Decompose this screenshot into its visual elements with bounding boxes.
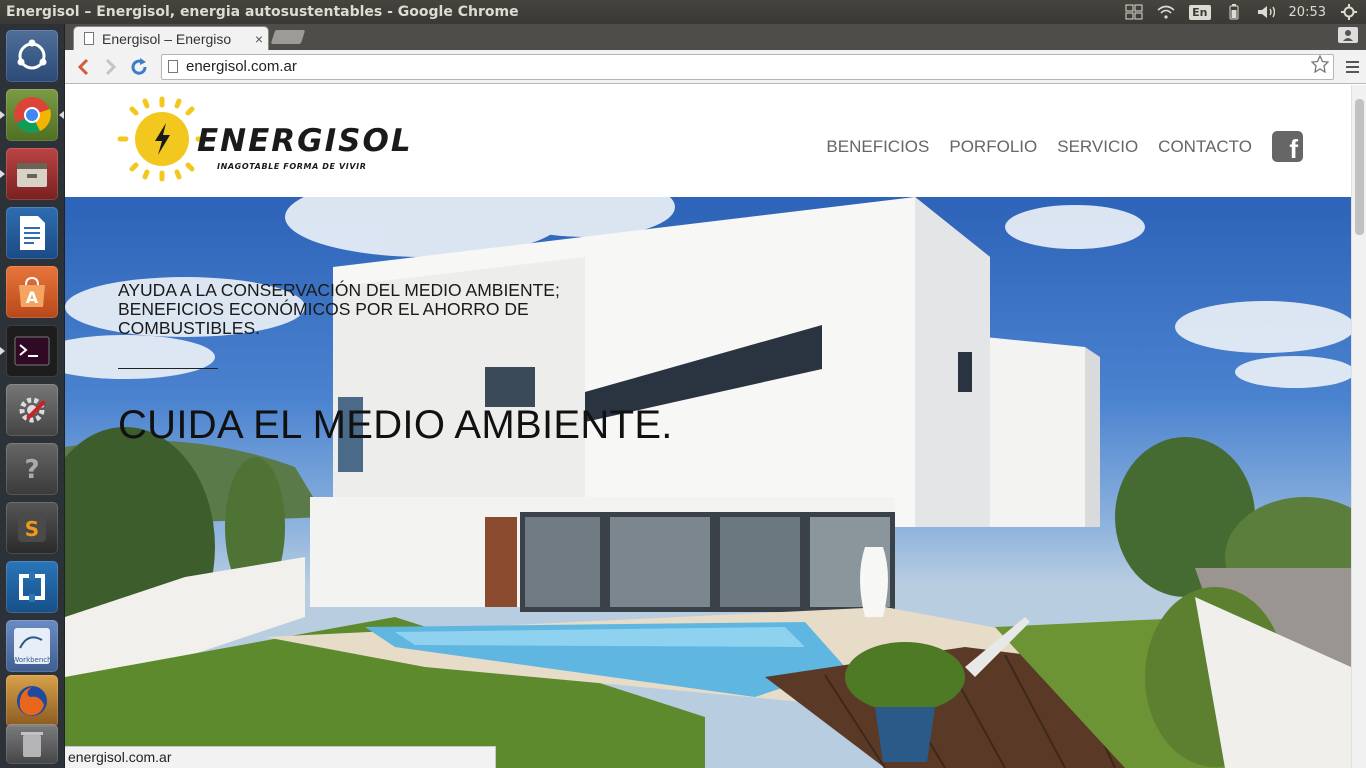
tab-close-icon[interactable]: ×	[250, 31, 268, 47]
nav-beneficios[interactable]: BENEFICIOS	[826, 137, 929, 157]
hero-subtitle: AYUDA A LA CONSERVACIÓN DEL MEDIO AMBIEN…	[118, 280, 560, 338]
site-logo[interactable]: ENERGISOL INAGOTABLE FORMA DE VIVIR	[117, 95, 411, 187]
launcher: A ? S Workbench	[0, 24, 65, 768]
status-bubble: energisol.com.ar	[65, 746, 496, 768]
nav-porfolio[interactable]: PORFOLIO	[949, 137, 1037, 157]
workspace-switcher-icon[interactable]	[1125, 4, 1143, 20]
logo-wordmark: ENERGISOL	[197, 123, 413, 159]
browser-toolbar: energisol.com.ar	[65, 50, 1366, 84]
mysql-workbench-icon[interactable]: Workbench	[6, 620, 58, 672]
nav-contacto[interactable]: CONTACTO	[1158, 137, 1252, 157]
clock[interactable]: 20:53	[1289, 5, 1326, 20]
address-bar[interactable]: energisol.com.ar	[161, 53, 1334, 80]
hero-text: AYUDA A LA CONSERVACIÓN DEL MEDIO AMBIEN…	[118, 281, 673, 448]
app-icon[interactable]	[6, 561, 58, 613]
logo-tagline: INAGOTABLE FORMA DE VIVIR	[217, 162, 367, 171]
dash-home-icon[interactable]	[6, 30, 58, 82]
battery-icon[interactable]	[1225, 4, 1243, 20]
url-text[interactable]: energisol.com.ar	[186, 58, 1311, 75]
trash-icon[interactable]	[6, 724, 58, 764]
back-button[interactable]	[69, 53, 97, 81]
web-page: ENERGISOL INAGOTABLE FORMA DE VIVIR BENE…	[65, 85, 1351, 768]
svg-text:S: S	[25, 517, 39, 541]
firefox-icon[interactable]	[6, 675, 58, 727]
chrome-icon[interactable]	[6, 89, 58, 141]
nav-servicio[interactable]: SERVICIO	[1057, 137, 1138, 157]
tab-strip: Energisol – Energiso ×	[65, 24, 1366, 50]
hero-banner: AYUDA A LA CONSERVACIÓN DEL MEDIO AMBIEN…	[65, 197, 1351, 768]
running-indicator	[0, 347, 5, 355]
running-indicator	[0, 170, 5, 178]
hero-divider	[118, 368, 218, 369]
wifi-icon[interactable]	[1157, 4, 1175, 20]
page-scrollbar[interactable]	[1351, 85, 1366, 768]
profile-icon[interactable]	[1338, 27, 1358, 43]
writer-icon[interactable]	[6, 207, 58, 259]
page-icon	[84, 32, 94, 45]
top-panel: Energisol – Energisol, energia autosuste…	[0, 0, 1366, 24]
bookmark-star-icon[interactable]	[1310, 54, 1333, 78]
software-center-icon[interactable]: A	[6, 266, 58, 318]
volume-icon[interactable]	[1257, 4, 1275, 20]
chrome-menu-icon[interactable]	[1340, 60, 1364, 73]
new-tab-button[interactable]	[270, 30, 306, 44]
help-icon[interactable]: ?	[6, 443, 58, 495]
running-indicator	[0, 111, 5, 119]
terminal-icon[interactable]	[6, 325, 58, 377]
reload-button[interactable]	[125, 53, 153, 81]
facebook-icon[interactable]: f	[1272, 131, 1303, 162]
session-gear-icon[interactable]	[1340, 4, 1358, 20]
tab-title: Energisol – Energiso	[102, 30, 232, 47]
browser-window: Energisol – Energiso × energisol.com.ar	[65, 24, 1366, 768]
sun-icon	[117, 96, 207, 182]
scrollbar-thumb[interactable]	[1355, 99, 1364, 235]
sublime-text-icon[interactable]: S	[6, 502, 58, 554]
hero-title: CUIDA EL MEDIO AMBIENTE.	[118, 403, 673, 447]
system-tray: En 20:53	[1125, 4, 1366, 20]
svg-text:?: ?	[24, 455, 39, 484]
system-settings-icon[interactable]	[6, 384, 58, 436]
page-icon	[168, 60, 178, 73]
svg-text:Workbench: Workbench	[12, 656, 51, 664]
browser-tab[interactable]: Energisol – Energiso ×	[73, 26, 269, 50]
focused-indicator	[59, 111, 64, 119]
window-title: Energisol – Energisol, energia autosuste…	[6, 4, 519, 20]
site-nav: BENEFICIOS PORFOLIO SERVICIO CONTACTO f	[826, 131, 1303, 162]
site-header: ENERGISOL INAGOTABLE FORMA DE VIVIR BENE…	[65, 85, 1351, 197]
files-icon[interactable]	[6, 148, 58, 200]
keyboard-layout-indicator[interactable]: En	[1189, 4, 1211, 20]
forward-button[interactable]	[97, 53, 125, 81]
svg-text:A: A	[26, 288, 39, 307]
